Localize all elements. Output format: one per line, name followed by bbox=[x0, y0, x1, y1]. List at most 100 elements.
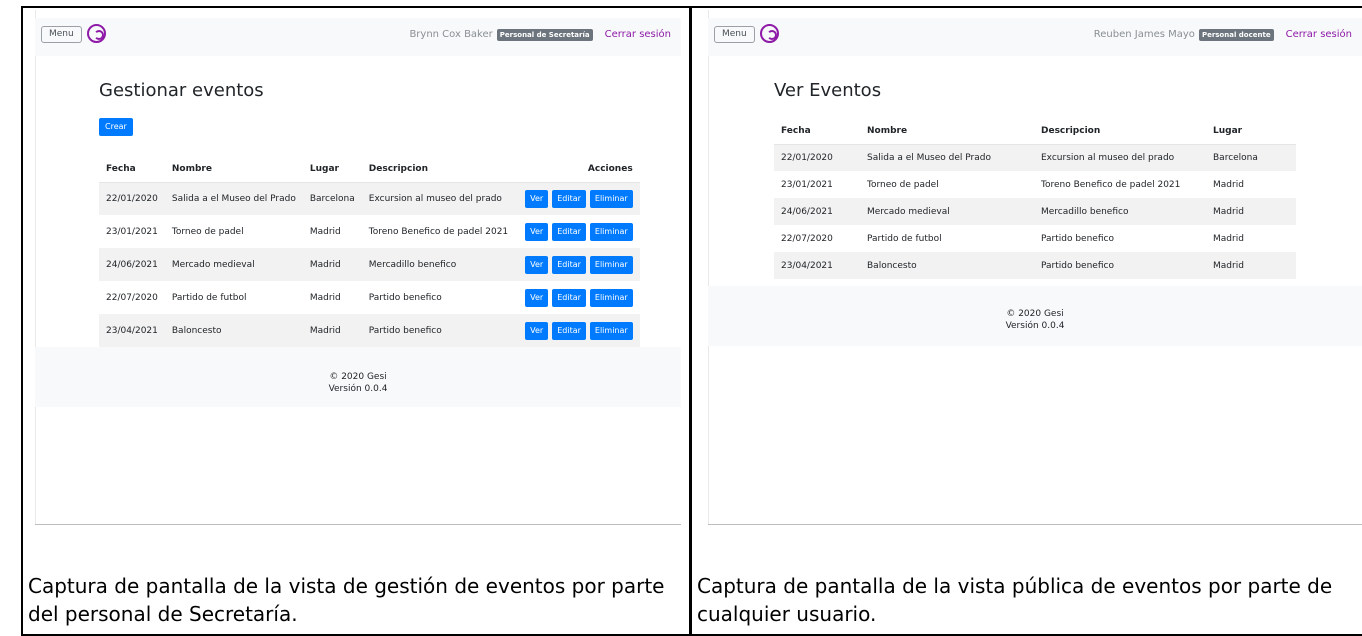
page-title: Gestionar eventos bbox=[99, 80, 264, 101]
edit-button[interactable]: Editar bbox=[552, 255, 586, 274]
user-name: Brynn Cox Baker bbox=[409, 29, 493, 40]
column-header-acciones: Acciones bbox=[515, 156, 640, 183]
footer-copyright: © 2020 Gesi bbox=[1006, 309, 1064, 319]
table-row: 24/06/2021 Mercado medieval Madrid Mercadil… bbox=[99, 248, 640, 281]
table-row: 22/07/2020 Partido de futbol Madrid Partido… bbox=[99, 281, 640, 314]
right-panel: Menu Reuben James Mayo Personal docente … bbox=[690, 6, 1362, 636]
table-row: 23/01/2021 Torneo de padel Madrid Toreno Be… bbox=[99, 215, 640, 248]
cell-nombre: Torneo de padel bbox=[171, 226, 244, 237]
cell-acciones: Ver Editar Eliminar bbox=[515, 314, 640, 347]
table-row: 22/07/2020 Partido de futbol Partido benef… bbox=[774, 225, 1296, 252]
role-badge: Personal de Secretaría bbox=[496, 28, 593, 41]
footer: © 2020 Gesi Versión 0.0.4 bbox=[35, 347, 681, 407]
cell-fecha: 22/07/2020 bbox=[781, 233, 833, 244]
cell-lugar: Madrid bbox=[309, 292, 341, 303]
gesi-logo-icon[interactable] bbox=[87, 24, 106, 43]
view-button[interactable]: Ver bbox=[525, 222, 549, 241]
page-title: Ver Eventos bbox=[774, 80, 882, 101]
table-row: 23/04/2021 Baloncesto Partido benefico Madr… bbox=[774, 252, 1296, 279]
logout-link[interactable]: Cerrar sesión bbox=[605, 28, 671, 41]
edit-button[interactable]: Editar bbox=[552, 288, 586, 307]
column-header-fecha: Fecha bbox=[99, 156, 165, 183]
cell-nombre: Salida a el Museo del Prado bbox=[867, 152, 991, 163]
column-header-nombre: Nombre bbox=[860, 118, 1034, 145]
cell-fecha: 23/01/2021 bbox=[106, 226, 158, 237]
cell-nombre: Salida a el Museo del Prado bbox=[171, 193, 296, 204]
cell-acciones: Ver Editar Eliminar bbox=[515, 281, 640, 314]
cell-acciones: Ver Editar Eliminar bbox=[515, 215, 640, 248]
comparison-grid: Menu Brynn Cox Baker Personal de Secreta… bbox=[0, 0, 1362, 636]
cell-fecha: 22/01/2020 bbox=[781, 152, 833, 163]
table-row: 22/01/2020 Salida a el Museo del Prado Exc… bbox=[774, 144, 1296, 171]
cell-descripcion: Partido benefico bbox=[368, 325, 442, 336]
create-button[interactable]: Crear bbox=[99, 118, 133, 136]
view-button[interactable]: Ver bbox=[525, 321, 549, 340]
navbar: Menu Brynn Cox Baker Personal de Secreta… bbox=[35, 18, 681, 56]
user-name: Reuben James Mayo bbox=[1093, 29, 1195, 40]
cell-lugar: Madrid bbox=[1213, 260, 1244, 271]
left-panel: Menu Brynn Cox Baker Personal de Secreta… bbox=[21, 6, 691, 636]
cell-nombre: Mercado medieval bbox=[867, 206, 950, 217]
user-area: Brynn Cox Baker Personal de Secretaría C… bbox=[409, 28, 671, 41]
column-header-descripcion: Descripcion bbox=[1034, 118, 1206, 145]
cell-lugar: Madrid bbox=[309, 226, 341, 237]
cell-descripcion: Toreno Benefico de padel 2021 bbox=[1041, 179, 1181, 190]
cell-descripcion: Partido benefico bbox=[1041, 260, 1114, 271]
edit-button[interactable]: Editar bbox=[552, 321, 586, 340]
edit-button[interactable]: Editar bbox=[552, 222, 586, 241]
delete-button[interactable]: Eliminar bbox=[589, 222, 633, 241]
cell-nombre: Baloncesto bbox=[867, 260, 917, 271]
cell-descripcion: Excursion al museo del prado bbox=[368, 193, 502, 204]
table-row: 22/01/2020 Salida a el Museo del Prado Bar… bbox=[99, 182, 640, 215]
screenshot-view-events: Menu Reuben James Mayo Personal docente … bbox=[708, 10, 1362, 525]
view-button[interactable]: Ver bbox=[525, 288, 549, 307]
delete-button[interactable]: Eliminar bbox=[589, 255, 633, 274]
edit-button[interactable]: Editar bbox=[552, 189, 586, 208]
table-row: 23/01/2021 Torneo de padel Toreno Benefico… bbox=[774, 171, 1296, 198]
role-badge: Personal docente bbox=[1198, 28, 1274, 41]
cell-nombre: Mercado medieval bbox=[171, 259, 255, 270]
cell-lugar: Madrid bbox=[309, 259, 341, 270]
caption-right: Captura de pantalla de la vista pública … bbox=[697, 574, 1333, 626]
cell-descripcion: Mercadillo benefico bbox=[368, 259, 457, 270]
delete-button[interactable]: Eliminar bbox=[589, 321, 633, 340]
cell-descripcion: Toreno Benefico de padel 2021 bbox=[368, 226, 509, 237]
menu-button[interactable]: Menu bbox=[41, 26, 82, 43]
cell-fecha: 23/04/2021 bbox=[781, 260, 833, 271]
view-button[interactable]: Ver bbox=[525, 255, 549, 274]
table-row: 23/04/2021 Baloncesto Madrid Partido benefi… bbox=[99, 314, 640, 347]
table-row: 24/06/2021 Mercado medieval Mercadillo ben… bbox=[774, 198, 1296, 225]
gesi-logo-icon[interactable] bbox=[760, 24, 779, 43]
cell-acciones: Ver Editar Eliminar bbox=[515, 248, 640, 281]
navbar: Menu Reuben James Mayo Personal docente … bbox=[708, 18, 1362, 56]
menu-button[interactable]: Menu bbox=[714, 26, 755, 43]
cell-nombre: Baloncesto bbox=[171, 325, 222, 336]
cell-lugar: Barcelona bbox=[309, 193, 355, 204]
view-button[interactable]: Ver bbox=[525, 189, 549, 208]
caption-left: Captura de pantalla de la vista de gesti… bbox=[28, 574, 665, 626]
column-header-lugar: Lugar bbox=[1206, 118, 1296, 145]
column-header-lugar: Lugar bbox=[302, 156, 362, 183]
cell-acciones: Ver Editar Eliminar bbox=[515, 182, 640, 215]
cell-nombre: Torneo de padel bbox=[867, 179, 939, 190]
events-table: Fecha Nombre Lugar Descripcion Acciones … bbox=[99, 156, 640, 347]
cell-lugar: Madrid bbox=[1213, 206, 1244, 217]
delete-button[interactable]: Eliminar bbox=[589, 189, 633, 208]
cell-nombre: Partido de futbol bbox=[867, 233, 942, 244]
cell-fecha: 23/01/2021 bbox=[781, 179, 833, 190]
footer-version: Versión 0.0.4 bbox=[328, 384, 388, 394]
cell-descripcion: Mercadillo benefico bbox=[1041, 206, 1129, 217]
footer-copyright: © 2020 Gesi bbox=[329, 372, 387, 382]
screenshot-manage-events: Menu Brynn Cox Baker Personal de Secreta… bbox=[35, 10, 681, 525]
user-area: Reuben James Mayo Personal docente Cerra… bbox=[1094, 28, 1352, 41]
cell-nombre: Partido de futbol bbox=[171, 292, 247, 303]
delete-button[interactable]: Eliminar bbox=[589, 288, 633, 307]
logout-link[interactable]: Cerrar sesión bbox=[1286, 28, 1352, 41]
events-table: Fecha Nombre Descripcion Lugar 22/01/202… bbox=[774, 118, 1296, 279]
footer: © 2020 Gesi Versión 0.0.4 bbox=[708, 286, 1362, 346]
cell-descripcion: Partido benefico bbox=[1041, 233, 1114, 244]
column-header-descripcion: Descripcion bbox=[361, 156, 516, 183]
table-header-row: Fecha Nombre Lugar Descripcion Acciones bbox=[99, 156, 640, 183]
cell-lugar: Madrid bbox=[1213, 179, 1244, 190]
table-header-row: Fecha Nombre Descripcion Lugar bbox=[774, 118, 1296, 145]
